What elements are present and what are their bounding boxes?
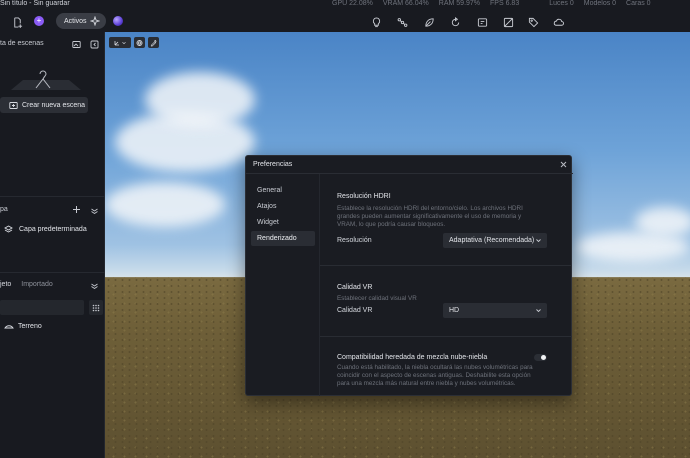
assets-label: Activos [64,17,87,25]
terrain-icon [4,325,14,329]
ram-stat: RAM 59.97% [438,0,481,7]
cloud-shape [105,182,225,227]
cloud-shape [635,207,690,237]
vram-stat: VRAM 66.04% [382,0,429,7]
vr-quality-value: HD [449,307,460,314]
dialog-header: Preferencias [246,156,573,174]
eyedropper-button[interactable] [148,37,159,48]
default-layer-label: Capa predeterminada [19,226,87,233]
nav-item-rendering[interactable]: Renderizado [251,231,315,246]
cloud-icon[interactable] [552,16,564,28]
scenes-title: ta de escenas [0,40,44,47]
vr-quality-label: Calidad VR [337,307,373,314]
eyedropper-icon [150,39,157,46]
globe-button[interactable] [134,37,145,48]
terrain-label: Terreno [18,322,42,330]
transform-mode-button[interactable] [109,37,131,48]
objects-collapse-icon[interactable] [90,281,99,290]
cloud-shape [575,232,690,262]
assets-button[interactable]: Activos [56,13,106,29]
hdri-resolution-value: Adaptativa (Recomendada) [449,237,535,244]
faces-stat: Caras 0 [626,0,651,7]
lights-stat: Luces 0 [549,0,574,7]
toggle-knob [541,355,546,360]
add-button[interactable]: + [34,16,44,26]
nav-item-general[interactable]: General [251,183,315,198]
tab-objects[interactable]: jeto [0,281,11,288]
hdri-heading: Resolución HDRI [337,193,391,200]
layers-title: pa [0,206,8,213]
hdri-resolution-select[interactable]: Adaptativa (Recomendada) [443,233,547,248]
object-search-input[interactable] [0,300,84,315]
leaf-icon[interactable] [423,16,435,28]
add-layer-icon[interactable] [72,205,81,214]
empty-scene-illustration [11,70,81,90]
new-file-icon[interactable] [11,16,23,28]
dialog-title: Preferencias [253,161,293,168]
nav-item-widget[interactable]: Widget [251,215,315,230]
close-icon[interactable] [559,160,568,169]
performance-stats: GPU 22.08% VRAM 66.04% RAM 59.97% FPS 6.… [332,0,661,7]
section-divider [320,265,572,266]
cloud-shape [145,72,255,127]
vr-quality-select[interactable]: HD [443,303,547,318]
chevron-down-icon [122,41,126,44]
chevron-down-icon [536,309,541,313]
create-scene-button[interactable]: Crear nueva escena [0,97,88,113]
section-divider [0,196,105,197]
nav-item-shortcuts[interactable]: Atajos [251,199,315,214]
content-divider [319,174,320,396]
create-scene-label: Crear nueva escena [22,101,86,109]
tag-icon[interactable] [527,16,539,28]
image-add-icon[interactable] [72,40,81,49]
node-graph-icon[interactable] [396,16,408,28]
layers-icon [4,225,13,233]
tab-imported[interactable]: Importado [21,281,53,288]
default-layer-item[interactable]: Capa predeterminada [4,225,87,234]
fps-stat: FPS 6.83 [490,0,520,7]
section-divider [320,336,572,337]
grid-icon [92,304,100,311]
globe-icon [136,39,143,46]
hdri-description: Establece la resolución HDRI del entorno… [337,205,523,229]
layers-collapse-icon[interactable] [90,206,99,215]
gpu-stat: GPU 22.08% [332,0,373,7]
object-tabs: jeto Importado [0,281,53,288]
vr-description: Establecer calidad visual VR [337,295,417,302]
models-stat: Modelos 0 [583,0,617,7]
terrain-item[interactable]: Terreno [4,322,42,330]
section-divider [0,272,105,273]
add-scene-icon [9,101,18,109]
resolution-label: Resolución [337,237,372,244]
ai-orb-icon[interactable] [113,16,123,26]
image-filter-icon[interactable] [502,16,514,28]
sparkle-icon [90,16,100,26]
top-bar: Sin título - Sin guardar GPU 22.08% VRAM… [0,0,690,32]
vr-heading: Calidad VR [337,284,373,291]
window-title: Sin título - Sin guardar [0,0,70,7]
fog-heading: Compatibilidad heredada de mezcla nube-n… [337,354,488,361]
left-panel: ta de escenas Crear nueva escena pa Capa… [0,32,105,458]
fog-description: Cuando está habilitado, la niebla oculta… [337,364,533,388]
rotate-icon[interactable] [449,16,461,28]
chevron-down-icon [536,239,541,243]
effects-icon[interactable] [476,16,488,28]
transform-icon [114,40,119,45]
preferences-dialog: Preferencias General Atajos Widget Rende… [245,155,573,396]
viewport-tools [109,37,159,48]
lightbulb-icon[interactable] [370,16,382,28]
collapse-icon[interactable] [90,40,99,49]
grid-view-button[interactable] [89,300,103,315]
fog-compat-toggle[interactable] [534,354,547,361]
